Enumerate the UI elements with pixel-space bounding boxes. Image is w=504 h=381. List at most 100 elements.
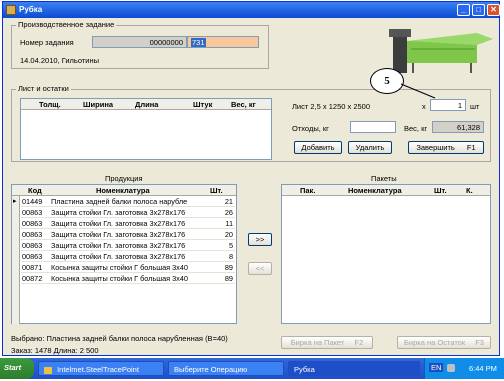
tag-package-label: Бирка на Пакет <box>290 338 345 347</box>
selected-status: Выбрано: Пластина задней балки полоса на… <box>11 334 228 343</box>
packages-grid[interactable]: Пак. Номенклатура Шт. К. <box>281 184 491 324</box>
product-qty-cell: 89 <box>224 274 233 283</box>
product-code-cell: 00863 <box>22 219 43 228</box>
sheet-grid-header: Толщ. Ширина Длина Штук Вес, кг <box>21 99 271 110</box>
system-tray: EN 6:44 PM <box>424 358 504 379</box>
sheet-grid[interactable]: Толщ. Ширина Длина Штук Вес, кг <box>20 98 272 160</box>
packages-col-qty: Шт. <box>434 186 447 195</box>
product-code-cell: 01449 <box>22 197 43 206</box>
products-grid[interactable]: Код Номенклатура Шт. ▸ 01449 Пластина зад… <box>11 184 237 324</box>
task-number-prefix: 00000000 <box>92 36 187 48</box>
add-button[interactable]: Добавить <box>294 141 342 154</box>
row-selector-column <box>12 196 20 324</box>
finish-button-label: Завершить <box>416 143 455 152</box>
production-task-label: Производственное задание <box>16 20 117 29</box>
weight-label: Вес, кг <box>404 124 428 133</box>
product-qty-cell: 21 <box>224 197 233 206</box>
sheet-x-label: x <box>422 102 426 111</box>
product-name-cell: Пластина задней балки полоса нарубле <box>51 197 188 206</box>
sheet-col-weight: Вес, кг <box>231 100 256 109</box>
move-right-button[interactable]: >> <box>248 233 272 246</box>
window-title: Рубка <box>19 5 43 14</box>
title-bar: Рубка _ □ ✕ <box>3 2 500 18</box>
product-code-cell: 00863 <box>22 241 43 250</box>
tag-remainder-key: F3 <box>475 338 484 347</box>
sheet-col-width: Ширина <box>83 100 114 109</box>
network-icon[interactable] <box>447 364 455 372</box>
products-col-name: Номенклатура <box>96 186 150 195</box>
product-name-cell: Косынка защиты стойки Г большая 3x40 <box>51 274 188 283</box>
delete-button[interactable]: Удалить <box>348 141 392 154</box>
task-number-label: Номер задания <box>20 38 74 47</box>
taskbar-item-rubka[interactable]: Рубка <box>288 361 420 376</box>
guillotine-machine-image <box>389 29 493 73</box>
maximize-button[interactable]: □ <box>472 4 485 16</box>
taskbar-item-label: Intelmet.SteelTracePoint <box>57 365 139 374</box>
taskbar-item-label: Рубка <box>294 365 315 374</box>
taskbar-item-label: Выберите Операцию <box>174 365 248 374</box>
table-row[interactable]: 00863 Защита стойки Гл. заготовка 3x278x1… <box>21 240 235 251</box>
packages-col-name: Номенклатура <box>348 186 402 195</box>
product-code-cell: 00871 <box>22 263 43 272</box>
task-number-value: 731 <box>191 38 206 47</box>
finish-button[interactable]: Завершить F1 <box>408 141 484 154</box>
app-icon <box>6 5 16 15</box>
taskbar-item-select-operation[interactable]: Выберите Операцию <box>168 361 284 376</box>
product-qty-cell: 5 <box>228 241 233 250</box>
products-col-qty: Шт. <box>210 186 223 195</box>
product-qty-cell: 8 <box>228 252 233 261</box>
task-number-input[interactable]: 731 <box>187 36 259 48</box>
table-row[interactable]: 00872 Косынка защиты стойки Г большая 3x4… <box>21 273 235 284</box>
sheet-description: Лист 2,5 x 1250 x 2500 <box>292 102 371 111</box>
product-qty-cell: 89 <box>224 263 233 272</box>
move-left-button[interactable]: << <box>248 262 272 275</box>
product-name-cell: Защита стойки Гл. заготовка 3x278x176 <box>51 219 186 228</box>
table-row[interactable]: 00871 Косынка защиты стойки Г большая 3x4… <box>21 262 235 273</box>
minimize-button[interactable]: _ <box>457 4 470 16</box>
tag-remainder-button[interactable]: Бирка на Остаток F3 <box>397 336 491 349</box>
language-indicator[interactable]: EN <box>429 363 444 372</box>
task-date-line: 14.04.2010, Гильотины <box>20 56 99 65</box>
product-code-cell: 00863 <box>22 230 43 239</box>
main-window: Рубка _ □ ✕ Производственное задание Ном… <box>2 1 500 356</box>
product-qty-cell: 20 <box>224 230 233 239</box>
table-row[interactable]: 00863 Защита стойки Гл. заготовка 3x278x1… <box>21 251 235 262</box>
product-name-cell: Защита стойки Гл. заготовка 3x278x176 <box>51 241 186 250</box>
finish-button-key: F1 <box>466 143 476 152</box>
sheet-col-thickness: Толщ. <box>39 100 61 109</box>
callout-arrow <box>400 83 436 99</box>
packages-grid-header: Пак. Номенклатура Шт. К. <box>282 185 490 196</box>
close-button[interactable]: ✕ <box>487 4 500 16</box>
product-qty-cell: 26 <box>224 208 233 217</box>
waste-input[interactable] <box>350 121 396 133</box>
taskbar-item-steeltracepoint[interactable]: Intelmet.SteelTracePoint <box>38 361 164 376</box>
tag-package-key: F2 <box>354 338 364 347</box>
sheet-col-count: Штук <box>193 100 213 109</box>
product-code-cell: 00863 <box>22 208 43 217</box>
product-name-cell: Защита стойки Гл. заготовка 3x278x176 <box>51 208 186 217</box>
folder-icon <box>44 366 52 374</box>
product-name-cell: Защита стойки Гл. заготовка 3x278x176 <box>51 252 186 261</box>
tag-remainder-label: Бирка на Остаток <box>404 338 466 347</box>
table-row[interactable]: 00863 Защита стойки Гл. заготовка 3x278x1… <box>21 207 235 218</box>
table-row[interactable]: 00863 Защита стойки Гл. заготовка 3x278x1… <box>21 218 235 229</box>
packages-title: Пакеты <box>371 174 397 183</box>
weight-value: 61,328 <box>432 121 484 133</box>
current-row-indicator-icon: ▸ <box>13 198 17 205</box>
production-task-group: Производственное задание Номер задания 0… <box>11 20 269 69</box>
product-name-cell: Косынка защиты стойки Г большая 3x40 <box>51 263 188 272</box>
packages-col-pack: Пак. <box>300 186 316 195</box>
sheet-qty-unit: шт <box>470 102 480 111</box>
waste-label: Отходы, кг <box>292 124 329 133</box>
tag-package-button[interactable]: Бирка на Пакет F2 <box>281 336 373 349</box>
table-row[interactable]: 01449 Пластина задней балки полоса нарубл… <box>21 196 235 207</box>
products-col-code: Код <box>28 186 42 195</box>
sheet-group-label: Лист и остатки <box>16 84 71 93</box>
product-qty-cell: 11 <box>225 219 233 228</box>
start-button[interactable]: Start <box>0 358 34 379</box>
product-code-cell: 00863 <box>22 252 43 261</box>
table-row[interactable]: 00863 Защита стойки Гл. заготовка 3x278x1… <box>21 229 235 240</box>
products-title: Продукция <box>105 174 143 183</box>
order-status: Заказ: 1478 Длина: 2 500 <box>11 346 99 355</box>
product-name-cell: Защита стойки Гл. заготовка 3x278x176 <box>51 230 186 239</box>
